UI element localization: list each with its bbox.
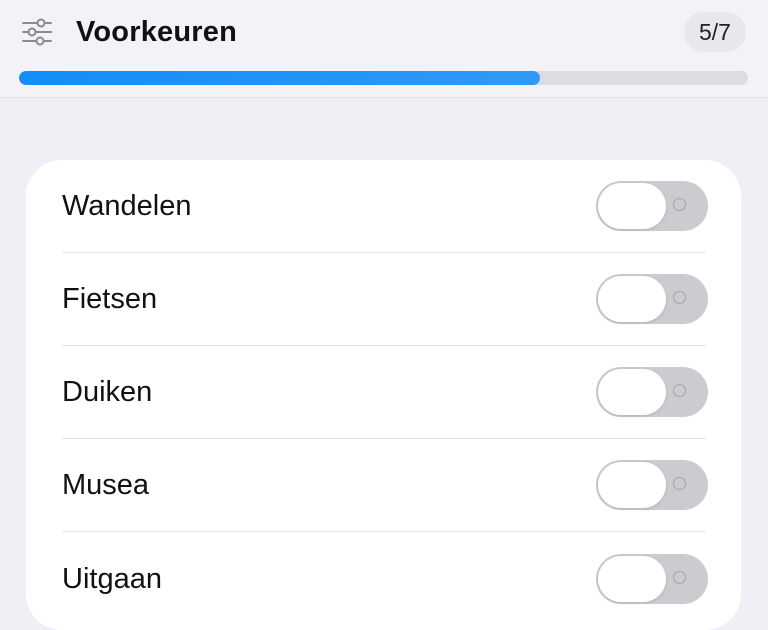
step-counter-badge: 5/7 [684,12,746,52]
toggle-switch[interactable] [596,460,708,510]
preference-label: Musea [62,469,150,501]
preference-row-wandelen: Wandelen [62,160,708,253]
toggle-switch[interactable] [596,274,708,324]
toggle-knob [598,555,666,602]
progress-bar-fill [19,71,540,85]
toggle-switch[interactable] [596,553,708,604]
preference-row-uitgaan: Uitgaan [62,532,708,625]
page-title: Voorkeuren [76,16,238,48]
toggle-knob [598,276,666,322]
toggle-off-indicator-icon [673,291,686,304]
toggle-off-indicator-icon [673,384,686,397]
toggle-switch[interactable] [596,181,708,231]
preference-row-fietsen: Fietsen [62,253,708,346]
preference-row-duiken: Duiken [62,346,708,439]
progress-bar [19,71,748,85]
preference-label: Duiken [62,376,153,408]
settings-button[interactable] [18,14,56,50]
preference-label: Wandelen [62,190,192,222]
toggle-knob [598,183,666,229]
sliders-icon [22,18,52,46]
preference-row-musea: Musea [62,439,708,532]
header: Voorkeuren 5/7 [0,0,768,98]
toggle-switch[interactable] [596,367,708,417]
toggle-off-indicator-icon [673,570,686,584]
preferences-card: Wandelen Fietsen Duiken Musea Uitgaan [26,160,741,630]
preference-label: Uitgaan [62,562,162,595]
toggle-knob [598,462,666,508]
toggle-off-indicator-icon [673,477,686,490]
toggle-knob [598,369,666,415]
preference-label: Fietsen [62,283,158,315]
toggle-off-indicator-icon [673,198,686,211]
